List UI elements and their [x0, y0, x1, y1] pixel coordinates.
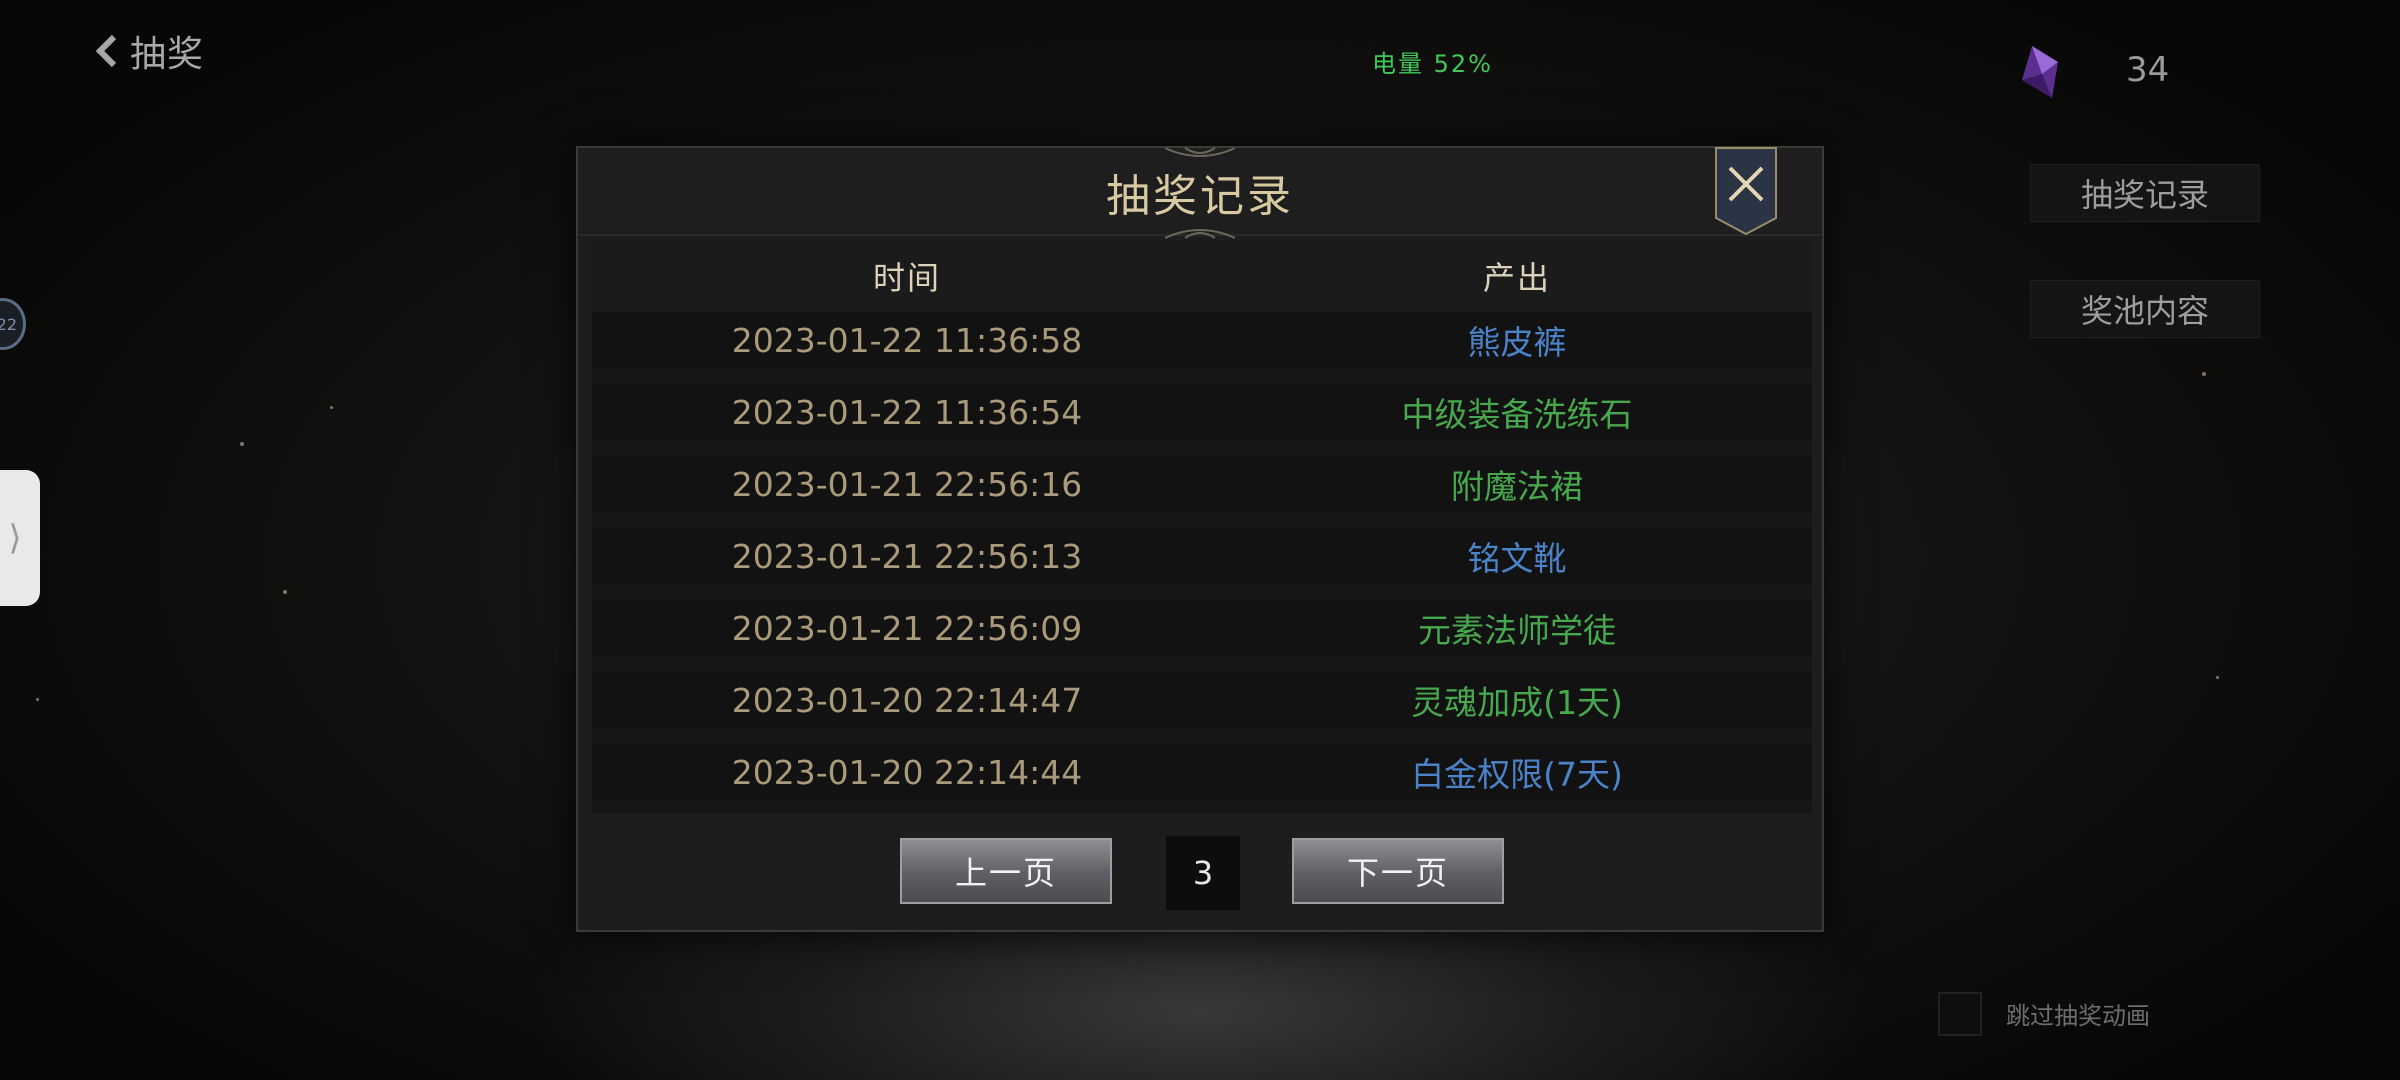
table-header: 时间 产出 [592, 240, 1812, 312]
table-row: 2023-01-21 22:56:13 铭文靴 [592, 528, 1812, 584]
prev-page-button[interactable]: 上一页 [900, 838, 1112, 904]
lottery-record-dialog: 抽奖记录 时间 产出 2023-01-22 11:36:58 熊皮裤 2023-01… [576, 146, 1824, 932]
gem-count: 34 [2126, 50, 2170, 90]
row-output: 灵魂加成(1天) [1411, 683, 1623, 722]
background-particle [240, 442, 244, 446]
row-time: 2023-01-21 22:56:09 [731, 608, 1083, 648]
skip-animation-label: 跳过抽奖动画 [2006, 1002, 2150, 1030]
level-badge[interactable]: 22 [0, 298, 26, 350]
table-row: 2023-01-22 11:36:54 中级装备洗练石 [592, 384, 1812, 440]
next-page-button[interactable]: 下一页 [1292, 838, 1504, 904]
back-button[interactable]: 抽奖 [92, 26, 204, 76]
column-header-output: 产出 [1482, 259, 1551, 297]
background-particle [330, 406, 333, 409]
row-time: 2023-01-21 22:56:16 [731, 464, 1083, 504]
record-table: 时间 产出 2023-01-22 11:36:58 熊皮裤 2023-01-22 1… [592, 240, 1812, 814]
row-output: 附魔法裙 [1451, 467, 1583, 506]
dialog-title: 抽奖记录 [1106, 171, 1294, 222]
table-row: 2023-01-20 22:14:47 灵魂加成(1天) [592, 672, 1812, 728]
pagination: 上一页 3 下一页 [578, 836, 1822, 914]
row-output: 熊皮裤 [1467, 323, 1567, 362]
close-icon[interactable] [1714, 146, 1778, 236]
side-drawer-tab[interactable]: ⟩ [0, 470, 40, 606]
row-time: 2023-01-20 22:14:47 [731, 680, 1083, 720]
prize-pool-button[interactable]: 奖池内容 [2030, 280, 2260, 338]
battery-indicator: 电量 52% [1372, 50, 1493, 78]
row-output: 元素法师学徒 [1418, 611, 1616, 650]
background-particle [2202, 372, 2206, 376]
lottery-record-button[interactable]: 抽奖记录 [2030, 164, 2260, 222]
table-row: 2023-01-20 22:14:44 白金权限(7天) [592, 744, 1812, 800]
table-row: 2023-01-21 22:56:09 元素法师学徒 [592, 600, 1812, 656]
row-output: 白金权限(7天) [1411, 755, 1623, 794]
column-header-time: 时间 [872, 259, 941, 297]
current-page: 3 [1166, 836, 1240, 910]
chevron-left-icon [95, 34, 117, 68]
dialog-header: 抽奖记录 [578, 146, 1822, 239]
table-body: 2023-01-22 11:36:58 熊皮裤 2023-01-22 11:36:5… [592, 312, 1812, 800]
background-particle [36, 698, 39, 701]
background-particle [2216, 676, 2219, 679]
chevron-right-icon: ⟩ [8, 518, 22, 558]
table-row: 2023-01-22 11:36:58 熊皮裤 [592, 312, 1812, 368]
row-time: 2023-01-22 11:36:54 [731, 392, 1083, 432]
row-time: 2023-01-22 11:36:58 [731, 320, 1083, 360]
row-time: 2023-01-20 22:14:44 [731, 752, 1083, 792]
purple-gem-icon [2022, 46, 2058, 98]
skip-animation-checkbox[interactable] [1938, 992, 1982, 1036]
background-particle [283, 590, 287, 594]
row-output: 铭文靴 [1467, 539, 1567, 578]
row-time: 2023-01-21 22:56:13 [731, 536, 1083, 576]
table-row: 2023-01-21 22:56:16 附魔法裙 [592, 456, 1812, 512]
ornament-icon [1165, 229, 1235, 239]
row-output: 中级装备洗练石 [1401, 395, 1633, 434]
back-label: 抽奖 [130, 34, 205, 75]
